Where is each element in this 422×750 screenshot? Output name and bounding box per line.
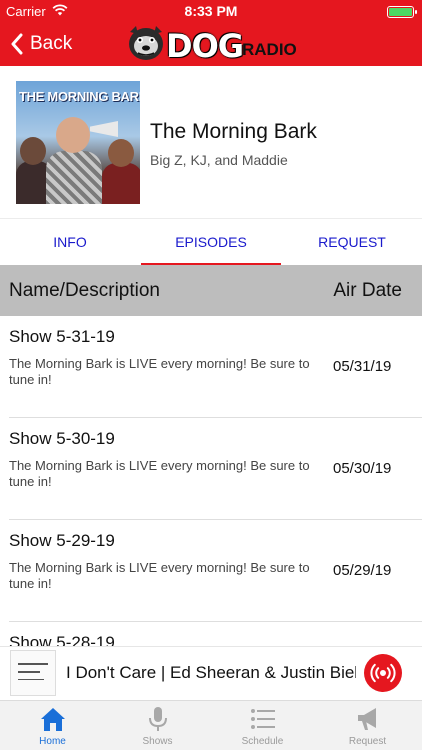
album-art (10, 650, 56, 696)
bulldog-mascot-icon (129, 26, 163, 60)
top-navigation-bar: Carrier 8:33 PM Back DOG RADIO (0, 0, 422, 66)
episode-description: The Morning Bark is LIVE every morning! … (9, 356, 310, 387)
cover-figure (56, 117, 90, 153)
tab-home[interactable]: Home (0, 701, 105, 750)
episode-air-date: 05/29/19 (333, 562, 392, 579)
logo-subtitle: RADIO (242, 40, 297, 59)
episode-row[interactable]: Show 5-29-19 The Morning Bark is LIVE ev… (0, 520, 422, 622)
back-label: Back (30, 33, 73, 54)
cover-figure (20, 137, 46, 165)
cover-figure (102, 163, 140, 204)
cover-title: THE MORNING BARK (19, 89, 140, 104)
tab-request[interactable]: REQUEST (282, 219, 422, 266)
album-art-detail (18, 663, 48, 665)
episode-title: Show 5-29-19 (9, 531, 115, 550)
chevron-left-icon (11, 33, 23, 55)
column-header-air-date: Air Date (333, 280, 402, 301)
episodes-table-header: Name/Description Air Date (0, 265, 422, 316)
tab-label: Home (39, 736, 66, 747)
tab-request-nav[interactable]: Request (315, 701, 420, 750)
tab-episodes[interactable]: EPISODES (141, 219, 281, 266)
live-stream-button[interactable] (364, 654, 402, 692)
episode-row[interactable]: Show 5-31-19 The Morning Bark is LIVE ev… (0, 316, 422, 418)
episode-title: Show 5-30-19 (9, 429, 115, 448)
status-bar: Carrier 8:33 PM (0, 0, 422, 22)
album-art-detail (18, 679, 44, 680)
tab-info[interactable]: INFO (0, 219, 140, 266)
tab-label: Request (348, 736, 387, 747)
home-icon (40, 708, 65, 731)
live-broadcast-icon (370, 663, 396, 683)
episodes-list[interactable]: Show 5-31-19 The Morning Bark is LIVE ev… (0, 316, 422, 650)
episode-description: The Morning Bark is LIVE every morning! … (9, 458, 310, 489)
tab-label: Shows (142, 736, 173, 747)
cover-figure (46, 151, 102, 204)
tab-schedule[interactable]: Schedule (210, 701, 315, 750)
list-icon (250, 709, 275, 729)
microphone-icon (148, 707, 167, 731)
show-title: The Morning Bark (150, 120, 317, 143)
cover-megaphone (90, 121, 118, 137)
now-playing-bar[interactable]: I Don't Care | Ed Sheeran & Justin Biebe… (0, 646, 422, 700)
episode-air-date: 05/30/19 (333, 460, 392, 477)
show-cover-art: THE MORNING BARK (16, 81, 140, 204)
dog-radio-logo: DOG RADIO (126, 24, 297, 65)
show-hosts: Big Z, KJ, and Maddie (150, 152, 288, 168)
cover-figure (108, 139, 134, 167)
album-art-detail (18, 671, 40, 673)
battery-level (389, 8, 412, 16)
show-header: THE MORNING BARK The Morning Bark Big Z,… (0, 66, 422, 218)
tab-shows[interactable]: Shows (105, 701, 210, 750)
bottom-tab-bar: Home Shows Schedule Request (0, 700, 422, 750)
episode-description: The Morning Bark is LIVE every morning! … (9, 560, 310, 591)
episode-title: Show 5-31-19 (9, 327, 115, 346)
back-button[interactable]: Back (10, 30, 72, 58)
battery-icon (387, 6, 417, 18)
tab-label: Schedule (241, 736, 284, 747)
megaphone-icon (357, 708, 376, 730)
episode-row[interactable]: Show 5-30-19 The Morning Bark is LIVE ev… (0, 418, 422, 520)
logo-word: DOG (166, 27, 244, 65)
column-header-name: Name/Description (9, 280, 160, 301)
episode-air-date: 05/31/19 (333, 358, 392, 375)
now-playing-track: I Don't Care | Ed Sheeran & Justin Biebe… (66, 663, 356, 682)
show-tabs: INFO EPISODES REQUEST (0, 218, 422, 266)
clock: 8:33 PM (184, 3, 238, 19)
